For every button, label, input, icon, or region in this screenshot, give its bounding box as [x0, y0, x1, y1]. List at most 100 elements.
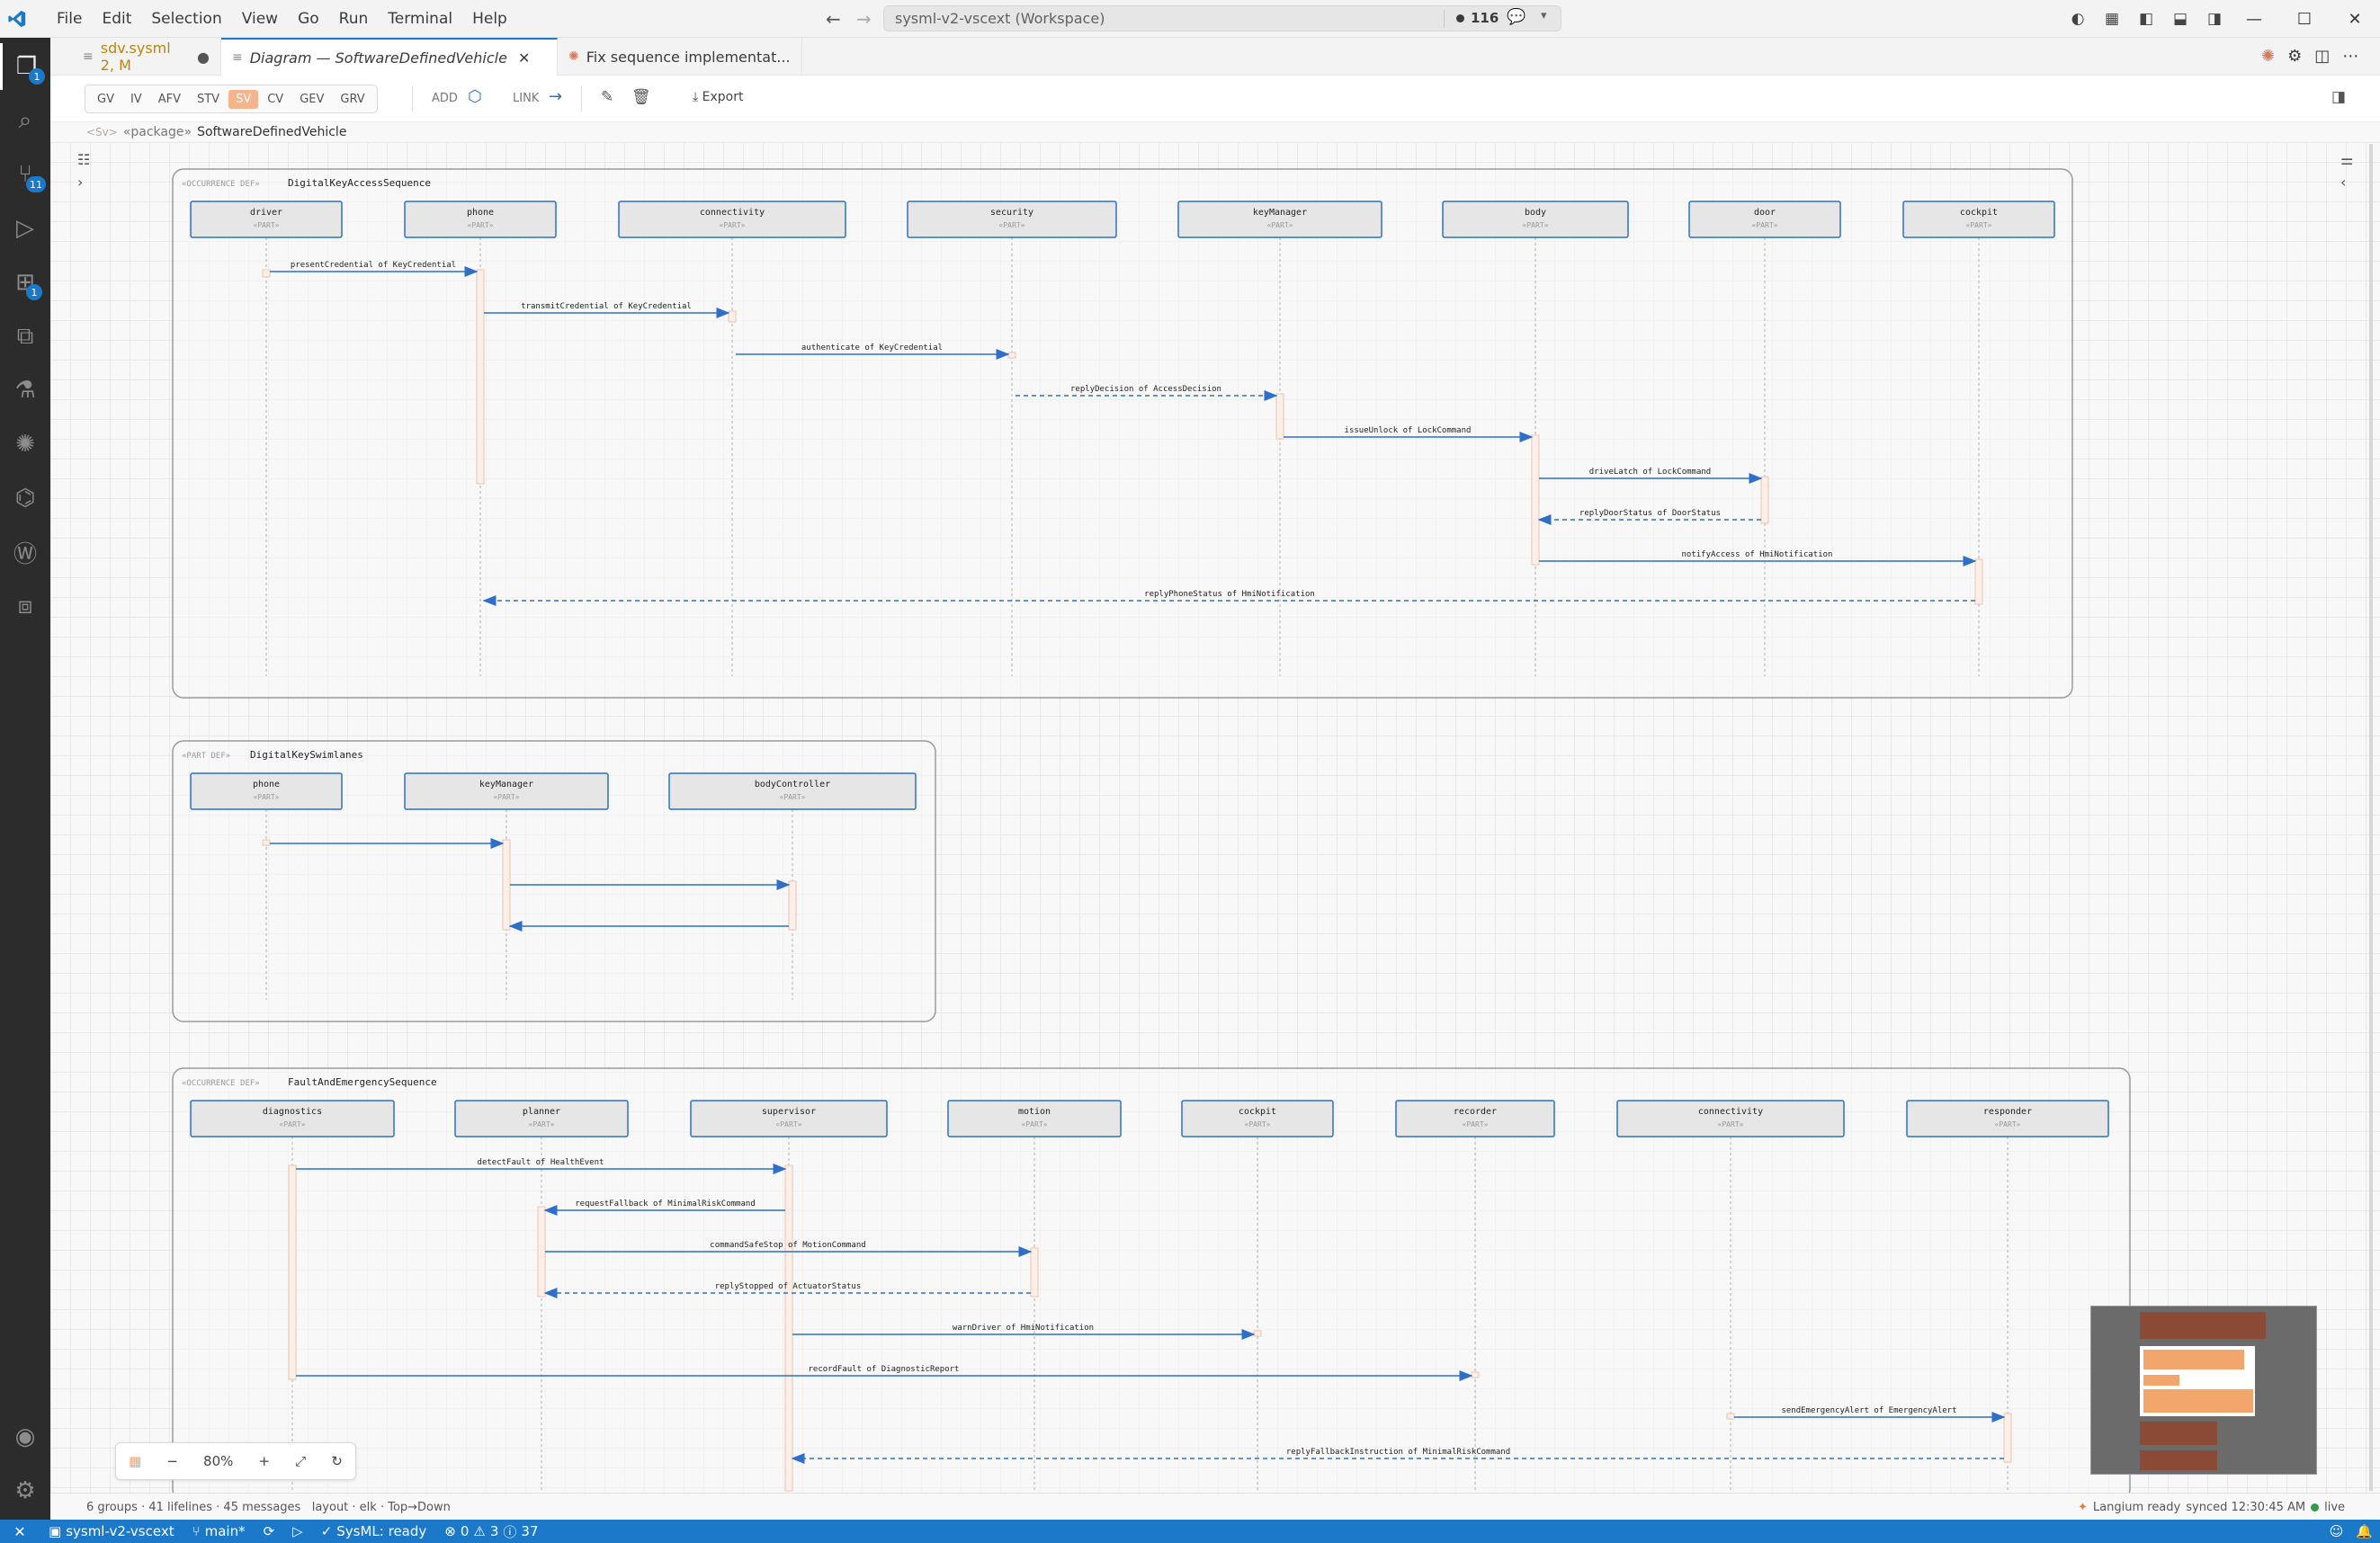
- menu-terminal[interactable]: Terminal: [378, 10, 462, 28]
- fit-view-icon[interactable]: ⤢: [295, 1453, 306, 1469]
- lifeline-head[interactable]: [1616, 1100, 1845, 1137]
- zoom-in-button[interactable]: +: [258, 1453, 270, 1469]
- lifeline-head[interactable]: [1181, 1100, 1334, 1137]
- explorer-icon[interactable]: ❐ 1: [0, 43, 50, 90]
- menu-help[interactable]: Help: [462, 10, 517, 28]
- sequence-diagram-svg[interactable]: «OCCURRENCE DEF» DigitalKeyAccessSequence…: [50, 142, 2380, 1493]
- lifeline-head[interactable]: [668, 772, 917, 810]
- lifeline-head[interactable]: [190, 1100, 395, 1137]
- lifeline-head[interactable]: [618, 201, 846, 238]
- lifeline-head[interactable]: [1177, 201, 1382, 238]
- extensions-icon[interactable]: ⊞ 1: [0, 259, 50, 306]
- lifeline-head[interactable]: [907, 201, 1117, 238]
- sync-icon[interactable]: ⟳: [255, 1523, 284, 1539]
- wordpress-icon[interactable]: Ⓦ: [0, 529, 50, 575]
- claude-action-icon[interactable]: ✺: [2261, 47, 2275, 66]
- more-actions-icon[interactable]: ⋯: [2342, 47, 2358, 66]
- lifeline-head[interactable]: [190, 772, 343, 810]
- viewpoint-afv[interactable]: AFV: [151, 90, 188, 109]
- python-icon[interactable]: ⌬: [0, 475, 50, 522]
- viewpoint-cv[interactable]: CV: [260, 90, 291, 109]
- grid-toggle-icon[interactable]: ▦: [129, 1453, 141, 1469]
- expand-chevron-icon[interactable]: ›: [77, 174, 90, 191]
- menu-view[interactable]: View: [232, 10, 288, 28]
- viewpoint-gev[interactable]: GEV: [292, 90, 331, 109]
- export-button[interactable]: ⤓ Export: [693, 90, 743, 104]
- viewpoint-gv[interactable]: GV: [90, 90, 121, 109]
- delete-trash-icon[interactable]: 🗑: [631, 88, 651, 106]
- lifeline-head[interactable]: [1906, 1100, 2109, 1137]
- sysml-status[interactable]: ✓ SysML: ready: [312, 1523, 436, 1539]
- customize-layout-icon[interactable]: ▦: [2101, 8, 2123, 30]
- lifeline-head[interactable]: [947, 1100, 1122, 1137]
- lifeline-head[interactable]: [1442, 201, 1629, 238]
- repo-status[interactable]: ▣ sysml-v2-vscext: [40, 1523, 183, 1539]
- filter-sliders-icon[interactable]: ⚌: [2340, 151, 2353, 168]
- command-center-search[interactable]: sysml-v2-vscext (Workspace) 116 💬 ▾: [883, 5, 1561, 31]
- viewpoint-stv[interactable]: STV: [190, 90, 227, 109]
- branch-status[interactable]: ⑂ main*: [183, 1523, 255, 1539]
- menu-run[interactable]: Run: [329, 10, 379, 28]
- lifeline-head[interactable]: [690, 1100, 888, 1137]
- collapse-chevron-icon[interactable]: ‹: [2340, 174, 2353, 191]
- diagram-canvas[interactable]: «OCCURRENCE DEF» DigitalKeyAccessSequence…: [50, 142, 2380, 1493]
- chevron-down-icon[interactable]: ▾: [1541, 9, 1547, 22]
- testing-icon[interactable]: ⚗: [0, 367, 50, 414]
- run-icon[interactable]: ▷: [283, 1523, 312, 1539]
- menu-go[interactable]: Go: [288, 10, 329, 28]
- viewpoint-grv[interactable]: GRV: [333, 90, 371, 109]
- edit-pencil-icon[interactable]: ✎: [601, 88, 613, 106]
- lifeline-head[interactable]: [190, 201, 343, 238]
- copilot-icon[interactable]: ◐: [2067, 8, 2089, 30]
- lifeline-head[interactable]: [454, 1100, 629, 1137]
- account-icon[interactable]: ◉: [0, 1414, 50, 1460]
- remote-indicator-icon[interactable]: ✕: [0, 1520, 40, 1543]
- forward-arrow-icon[interactable]: →: [856, 8, 872, 30]
- problems-status[interactable]: ⊗ 0 ⚠ 3 ⓘ 37: [435, 1522, 547, 1541]
- split-editor-icon[interactable]: ◫: [2314, 47, 2330, 66]
- group-name[interactable]: DigitalKeyAccessSequence: [288, 177, 431, 189]
- toggle-primary-sidebar-icon[interactable]: ◧: [2135, 8, 2157, 30]
- modified-dot-icon[interactable]: ●: [197, 49, 210, 66]
- sysml-model-icon[interactable]: ⧈: [0, 583, 50, 629]
- remote-explorer-icon[interactable]: ⧉: [0, 313, 50, 360]
- close-tab-icon[interactable]: ✕: [518, 49, 530, 67]
- notifications-bell-icon[interactable]: 🔔: [2356, 1523, 2373, 1539]
- toggle-panel-icon[interactable]: ◨: [2331, 88, 2346, 106]
- open-changes-icon[interactable]: ⚙: [2287, 47, 2302, 66]
- lifeline-head[interactable]: [1688, 201, 1841, 238]
- lifeline-head[interactable]: [1902, 201, 2055, 238]
- outline-icon[interactable]: ☷: [77, 151, 90, 168]
- menu-file[interactable]: File: [47, 10, 92, 28]
- run-debug-icon[interactable]: ▷: [0, 205, 50, 252]
- lifeline-head[interactable]: [404, 772, 609, 810]
- source-control-icon[interactable]: ⑂ 11: [0, 151, 50, 198]
- viewpoint-iv[interactable]: IV: [123, 90, 149, 109]
- menu-edit[interactable]: Edit: [92, 10, 141, 28]
- group-name[interactable]: FaultAndEmergencySequence: [288, 1076, 437, 1088]
- minimap[interactable]: [2090, 1306, 2317, 1475]
- back-arrow-icon[interactable]: ←: [826, 8, 841, 30]
- claude-icon[interactable]: ✺: [0, 421, 50, 468]
- close-icon[interactable]: ✕: [2330, 0, 2380, 38]
- tab-fix-sequence[interactable]: ✺ Fix sequence implementat...: [558, 38, 802, 76]
- toggle-panel-icon[interactable]: ⬓: [2170, 8, 2191, 30]
- breadcrumb-package[interactable]: SoftwareDefinedVehicle: [197, 125, 346, 139]
- minimize-icon[interactable]: —: [2229, 0, 2279, 38]
- zoom-out-button[interactable]: −: [166, 1453, 178, 1469]
- vertical-scrollbar[interactable]: [2369, 144, 2373, 1491]
- lifeline-head[interactable]: [404, 201, 557, 238]
- toggle-secondary-sidebar-icon[interactable]: ◨: [2204, 8, 2225, 30]
- menu-selection[interactable]: Selection: [141, 10, 231, 28]
- lifeline-head[interactable]: [1395, 1100, 1555, 1137]
- settings-gear-icon[interactable]: ⚙: [0, 1467, 50, 1514]
- add-element-cube-icon[interactable]: ⬡: [468, 87, 482, 106]
- tab-diagram[interactable]: ≡ Diagram — SoftwareDefinedVehicle ✕: [221, 38, 558, 76]
- reset-view-icon[interactable]: ↻: [331, 1453, 343, 1469]
- copilot-chat-icon[interactable]: 💬: [1507, 8, 1526, 26]
- copilot-status-icon[interactable]: ☺: [2330, 1523, 2344, 1539]
- group-name[interactable]: DigitalKeySwimlanes: [250, 749, 363, 761]
- search-icon[interactable]: ⌕: [0, 97, 50, 144]
- link-arrow-icon[interactable]: →: [549, 87, 562, 106]
- viewpoint-sv[interactable]: SV: [228, 89, 259, 109]
